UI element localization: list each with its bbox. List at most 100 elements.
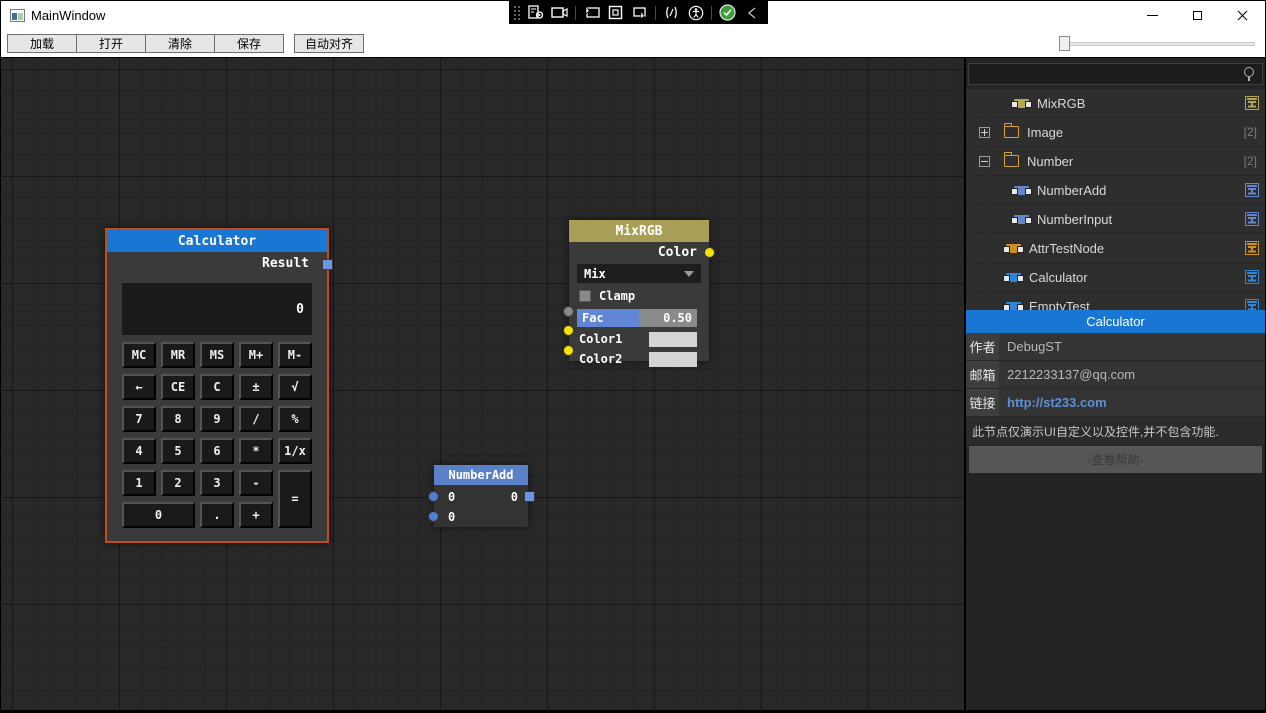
tree-item-emptytest[interactable]: EmptyTest (966, 292, 1265, 310)
key-minus[interactable]: - (239, 470, 273, 496)
mix-mode-dropdown[interactable]: Mix (577, 264, 701, 283)
region-box-icon[interactable] (607, 5, 624, 20)
script-settings-icon[interactable] (527, 5, 544, 20)
key-9[interactable]: 9 (200, 406, 234, 432)
key-percent[interactable]: % (278, 406, 312, 432)
zoom-slider[interactable] (1059, 36, 1255, 51)
node-tree: MixRGB Image [2] Number [2] (966, 58, 1265, 310)
node-calculator[interactable]: Calculator Result 0 MC MR MS M+ M- ← CE … (105, 228, 329, 543)
chevron-left-icon[interactable] (743, 5, 760, 20)
key-7[interactable]: 7 (122, 406, 156, 432)
node-mixrgb[interactable]: MixRGB Color Mix Clamp Fac 0.50 Color1 (569, 220, 709, 361)
tree-item-label: Calculator (1029, 270, 1245, 285)
color2-input-connector[interactable] (563, 345, 574, 356)
key-backspace[interactable]: ← (122, 374, 156, 400)
main-area: Calculator Result 0 MC MR MS M+ M- ← CE … (1, 57, 1265, 710)
numberadd-output-connector[interactable] (524, 491, 535, 502)
key-0[interactable]: 0 (122, 502, 195, 528)
key-mr[interactable]: MR (161, 342, 195, 368)
parentheses-slash-icon[interactable] (663, 5, 680, 20)
node-numberadd[interactable]: NumberAdd 0 0 0 (434, 465, 528, 527)
color-output-connector[interactable] (704, 247, 715, 258)
camera-icon[interactable] (551, 5, 568, 20)
key-plusminus[interactable]: ± (239, 374, 273, 400)
color-output-label: Color (658, 245, 697, 260)
key-equals[interactable]: = (278, 470, 312, 528)
cursor-window-icon[interactable] (583, 5, 600, 20)
view-help-button[interactable]: -查看帮助- (969, 446, 1262, 473)
result-output-connector[interactable] (322, 259, 333, 270)
key-c[interactable]: C (200, 374, 234, 400)
save-button[interactable]: 保存 (214, 34, 284, 53)
key-6[interactable]: 6 (200, 438, 234, 464)
tree-item-mixrgb[interactable]: MixRGB (966, 89, 1265, 117)
tree-item-attrtestnode[interactable]: AttrTestNode (966, 234, 1265, 262)
key-ms[interactable]: MS (200, 342, 234, 368)
tree-folder-image[interactable]: Image [2] (966, 118, 1265, 146)
tree-item-label: NumberAdd (1037, 183, 1245, 198)
link-value[interactable]: http://st233.com (999, 389, 1265, 416)
node-info-icon[interactable] (1245, 212, 1259, 226)
key-sqrt[interactable]: √ (278, 374, 312, 400)
maximize-button[interactable] (1175, 1, 1220, 30)
node-info-icon[interactable] (1245, 270, 1259, 284)
tree-item-numberadd[interactable]: NumberAdd (966, 176, 1265, 204)
key-5[interactable]: 5 (161, 438, 195, 464)
key-mminus[interactable]: M- (278, 342, 312, 368)
link-label: 链接 (966, 389, 999, 416)
accessibility-icon[interactable] (687, 5, 704, 20)
node-canvas[interactable]: Calculator Result 0 MC MR MS M+ M- ← CE … (1, 58, 964, 710)
tree-item-numberinput[interactable]: NumberInput (966, 205, 1265, 233)
key-8[interactable]: 8 (161, 406, 195, 432)
author-row: 作者 DebugST (966, 333, 1265, 361)
key-2[interactable]: 2 (161, 470, 195, 496)
collapse-minus-icon[interactable] (979, 156, 990, 167)
check-circle-icon[interactable] (719, 5, 736, 20)
fac-slider[interactable]: Fac 0.50 (577, 309, 697, 327)
search-input[interactable] (969, 67, 1240, 81)
tree-item-calculator[interactable]: Calculator (966, 263, 1265, 291)
node-info-icon[interactable] (1245, 299, 1259, 310)
drag-handle-icon[interactable] (513, 5, 520, 21)
key-reciprocal[interactable]: 1/x (278, 438, 312, 464)
minimize-button[interactable] (1130, 1, 1175, 30)
zoom-slider-thumb[interactable] (1059, 36, 1070, 51)
node-info-icon[interactable] (1245, 96, 1259, 110)
numberadd-input2-connector[interactable] (428, 511, 439, 522)
node-numberadd-title[interactable]: NumberAdd (434, 465, 528, 485)
numberadd-input1-connector[interactable] (428, 491, 439, 502)
key-3[interactable]: 3 (200, 470, 234, 496)
load-button[interactable]: 加载 (7, 34, 77, 53)
expand-plus-icon[interactable] (979, 127, 990, 138)
node-mixrgb-title[interactable]: MixRGB (569, 220, 709, 242)
clamp-checkbox[interactable] (579, 290, 591, 302)
key-ce[interactable]: CE (161, 374, 195, 400)
zoom-slider-track[interactable] (1059, 42, 1255, 46)
email-row: 邮箱 2212233137@qq.com (966, 361, 1265, 389)
color1-input-connector[interactable] (563, 325, 574, 336)
key-plus[interactable]: + (239, 502, 273, 528)
node-calculator-title[interactable]: Calculator (107, 230, 327, 252)
separator (575, 6, 576, 20)
node-info-icon[interactable] (1245, 241, 1259, 255)
color1-swatch[interactable] (649, 332, 697, 347)
auto-align-button[interactable]: 自动对齐 (294, 34, 364, 53)
key-mc[interactable]: MC (122, 342, 156, 368)
folder-icon (1004, 155, 1019, 167)
open-button[interactable]: 打开 (76, 34, 146, 53)
key-1[interactable]: 1 (122, 470, 156, 496)
close-button[interactable] (1220, 1, 1265, 30)
node-icon (1014, 186, 1029, 195)
tree-folder-number[interactable]: Number [2] (966, 147, 1265, 175)
key-divide[interactable]: / (239, 406, 273, 432)
key-4[interactable]: 4 (122, 438, 156, 464)
close-icon (1237, 10, 1248, 21)
key-decimal[interactable]: . (200, 502, 234, 528)
clear-button[interactable]: 清除 (145, 34, 215, 53)
color2-swatch[interactable] (649, 352, 697, 367)
cursor-element-icon[interactable] (631, 5, 648, 20)
node-info-icon[interactable] (1245, 183, 1259, 197)
key-mplus[interactable]: M+ (239, 342, 273, 368)
key-multiply[interactable]: * (239, 438, 273, 464)
fac-input-connector[interactable] (563, 306, 574, 317)
